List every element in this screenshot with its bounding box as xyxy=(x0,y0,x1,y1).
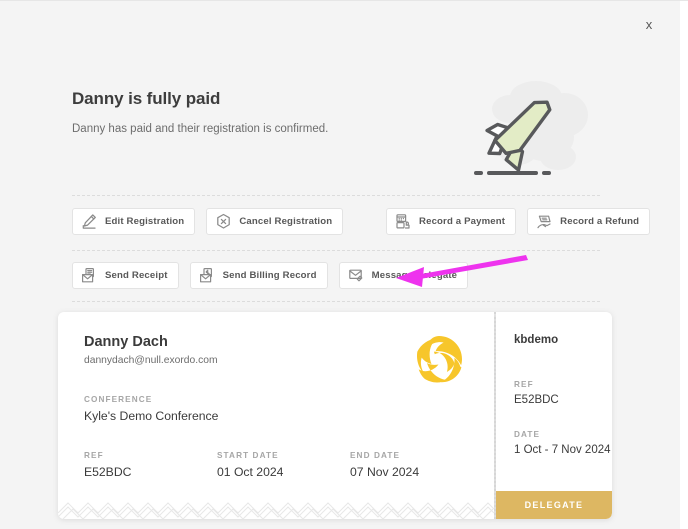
cancel-hexagon-x-icon xyxy=(215,213,232,230)
ticket-start-date-label: START DATE xyxy=(217,451,279,460)
envelope-receipt-icon xyxy=(81,267,98,284)
stub-ref-value: E52BDC xyxy=(514,394,559,406)
ticket-start-date-field: START DATE 01 Oct 2024 xyxy=(217,451,350,479)
record-payment-button[interactable]: Record a Payment xyxy=(386,208,517,235)
registration-actions: Edit Registration Cancel Registration xyxy=(72,208,344,235)
ticket-zigzag-decoration xyxy=(58,502,494,519)
page-subtitle: Danny has paid and their registration is… xyxy=(72,123,329,135)
cash-register-icon xyxy=(395,213,412,230)
stub-ref-field: REF E52BDC xyxy=(514,380,612,406)
airplane-illustration xyxy=(458,75,590,185)
ticket-start-date-value: 01 Oct 2024 xyxy=(217,465,284,479)
stub-date-label: DATE xyxy=(514,430,541,439)
send-receipt-button[interactable]: Send Receipt xyxy=(72,262,179,289)
ticket-end-date-label: END DATE xyxy=(350,451,401,460)
close-icon[interactable]: x xyxy=(638,13,660,35)
conference-label: CONFERENCE xyxy=(84,395,153,404)
stub-date-value: 1 Oct - 7 Nov 2024 xyxy=(514,444,611,456)
divider-mid xyxy=(72,250,600,251)
envelope-pencil-icon xyxy=(348,267,365,284)
divider-bottom xyxy=(72,301,600,302)
ticket-ref-field: REF E52BDC xyxy=(84,451,217,479)
send-billing-record-button[interactable]: Send Billing Record xyxy=(189,262,328,289)
refund-hand-icon xyxy=(536,213,553,230)
cancel-registration-label: Cancel Registration xyxy=(239,216,333,227)
registration-ticket-card: Danny Dach dannydach@null.exordo.com CON… xyxy=(58,312,612,519)
ticket-ref-value: E52BDC xyxy=(84,465,132,479)
message-delegate-button[interactable]: Message Delegate xyxy=(338,262,469,289)
divider-top xyxy=(72,195,600,196)
edit-registration-button[interactable]: Edit Registration xyxy=(72,208,196,235)
ticket-main-panel: Danny Dach dannydach@null.exordo.com CON… xyxy=(58,312,494,519)
exordo-swirl-logo xyxy=(414,334,464,384)
stub-title: kbdemo xyxy=(514,334,559,346)
registration-modal: x Danny is fully paid Danny has paid and… xyxy=(0,0,688,529)
ticket-end-date-field: END DATE 07 Nov 2024 xyxy=(350,451,419,479)
message-delegate-label: Message Delegate xyxy=(371,270,458,281)
ticket-stub-panel: kbdemo REF E52BDC DATE 1 Oct - 7 Nov 202… xyxy=(496,312,612,519)
stub-ref-label: REF xyxy=(514,380,534,389)
ticket-perforation xyxy=(494,312,496,519)
record-refund-button[interactable]: Record a Refund xyxy=(527,208,651,235)
envelope-billing-icon xyxy=(199,267,216,284)
cancel-registration-button[interactable]: Cancel Registration xyxy=(206,208,344,235)
page-right-gutter xyxy=(680,1,688,529)
messaging-actions: Send Receipt Send Billing Record Message… xyxy=(72,262,469,289)
record-payment-label: Record a Payment xyxy=(419,216,506,227)
send-billing-record-label: Send Billing Record xyxy=(222,270,317,281)
ticket-end-date-value: 07 Nov 2024 xyxy=(350,465,420,479)
ticket-fields: REF E52BDC START DATE 01 Oct 2024 END DA… xyxy=(84,451,494,479)
conference-block: CONFERENCE Kyle's Demo Conference xyxy=(84,395,494,423)
ticket-ref-label: REF xyxy=(84,451,104,460)
delegate-badge[interactable]: DELEGATE xyxy=(496,491,612,519)
record-refund-label: Record a Refund xyxy=(560,216,640,227)
edit-pencil-icon xyxy=(81,213,98,230)
conference-value: Kyle's Demo Conference xyxy=(84,409,219,423)
page-title: Danny is fully paid xyxy=(72,89,221,108)
stub-date-field: DATE 1 Oct - 7 Nov 2024 xyxy=(514,430,612,456)
send-receipt-label: Send Receipt xyxy=(105,270,168,281)
hero-section: Danny is fully paid Danny has paid and t… xyxy=(72,89,492,135)
finance-actions: Record a Payment Record a Refund xyxy=(386,208,651,235)
edit-registration-label: Edit Registration xyxy=(105,216,185,227)
